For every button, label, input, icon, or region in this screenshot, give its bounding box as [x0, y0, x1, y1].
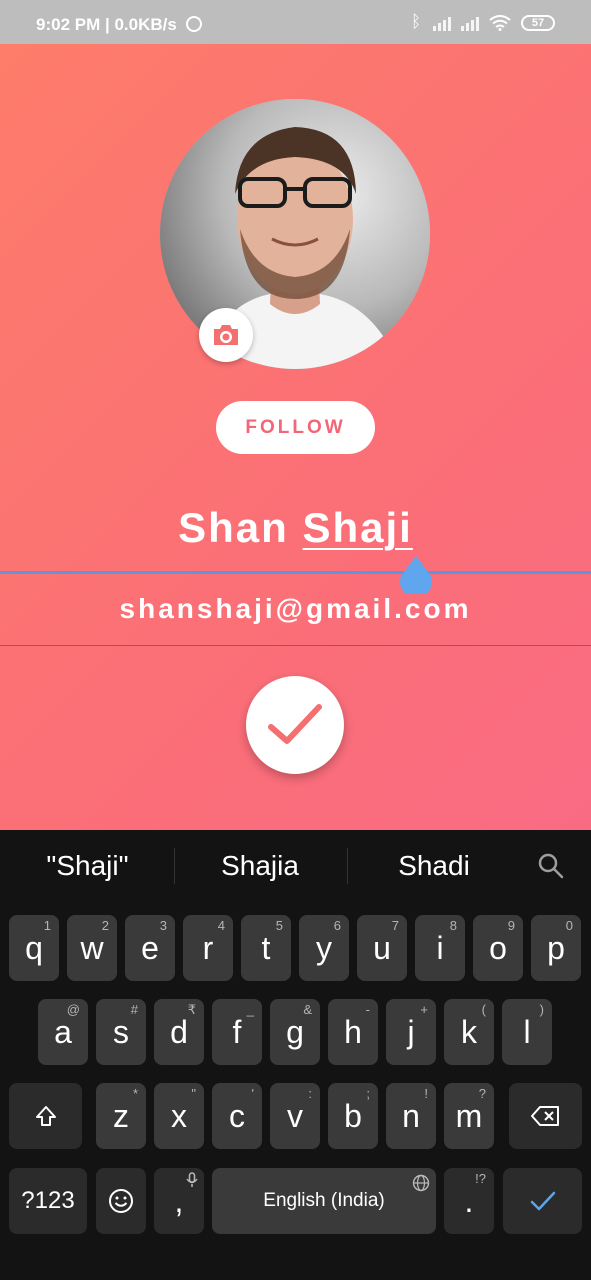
- key-u[interactable]: u7: [357, 915, 407, 981]
- follow-button[interactable]: FOLLOW: [216, 401, 375, 454]
- emoji-icon: [109, 1189, 133, 1213]
- globe-icon: [412, 1174, 430, 1192]
- key-b[interactable]: b;: [328, 1083, 378, 1149]
- suggestion-divider: [347, 848, 348, 884]
- soft-keyboard: "Shaji" Shajia Shadi q1 w2 e3 r4 t5 y6 u…: [0, 830, 591, 1280]
- done-check-icon: [530, 1191, 555, 1211]
- comma-key[interactable]: ,: [154, 1168, 204, 1234]
- key-f[interactable]: f _: [212, 999, 262, 1065]
- key-k[interactable]: k(: [444, 999, 494, 1065]
- search-icon[interactable]: [537, 852, 565, 880]
- key-t[interactable]: t5: [241, 915, 291, 981]
- suggestion-3[interactable]: Shadi: [360, 850, 508, 882]
- key-e[interactable]: e3: [125, 915, 175, 981]
- email-field[interactable]: shanshaji@gmail.com: [0, 593, 591, 625]
- suggestion-divider: [174, 848, 175, 884]
- bluetooth-icon: [411, 12, 423, 32]
- key-h[interactable]: h-: [328, 999, 378, 1065]
- key-x[interactable]: x ": [154, 1083, 204, 1149]
- wifi-icon: [489, 15, 511, 31]
- cursor-handle-icon[interactable]: [399, 556, 433, 594]
- key-v[interactable]: v:: [270, 1083, 320, 1149]
- key-m[interactable]: m?: [444, 1083, 494, 1149]
- symbols-key[interactable]: ?123: [9, 1168, 87, 1234]
- key-s[interactable]: s #: [96, 999, 146, 1065]
- name-last-composing: Shaji: [302, 504, 413, 551]
- key-o[interactable]: o9: [473, 915, 523, 981]
- key-c[interactable]: c ': [212, 1083, 262, 1149]
- status-time: 9:02 PM | 0.0KB/s: [36, 15, 177, 34]
- alarm-icon: [186, 16, 202, 32]
- name-field[interactable]: Shan Shaji: [0, 504, 591, 552]
- key-d[interactable]: d ₹: [154, 999, 204, 1065]
- checkmark-icon: [268, 704, 322, 744]
- suggestion-bar: "Shaji" Shajia Shadi: [0, 830, 591, 902]
- email-field-underline: [0, 645, 591, 646]
- key-j[interactable]: j +: [386, 999, 436, 1065]
- battery-icon: 57: [521, 15, 555, 31]
- shift-key[interactable]: [9, 1083, 82, 1149]
- backspace-icon: [530, 1106, 559, 1126]
- key-z[interactable]: z *: [96, 1083, 146, 1149]
- camera-icon: [214, 325, 238, 345]
- key-q[interactable]: q1: [9, 915, 59, 981]
- status-icons: 57: [411, 12, 555, 32]
- done-key[interactable]: [503, 1168, 582, 1234]
- signal-icon-2: [461, 15, 479, 31]
- key-i[interactable]: i8: [415, 915, 465, 981]
- backspace-key[interactable]: [509, 1083, 582, 1149]
- profile-screen: FOLLOW Shan Shaji shanshaji@gmail.com: [0, 44, 591, 830]
- shift-arrow-icon: [35, 1106, 56, 1126]
- confirm-button[interactable]: [246, 676, 344, 774]
- emoji-key[interactable]: [96, 1168, 146, 1234]
- change-photo-button[interactable]: [199, 308, 253, 362]
- suggestion-2[interactable]: Shajia: [185, 850, 335, 882]
- key-y[interactable]: y6: [299, 915, 349, 981]
- signal-icon: [433, 15, 451, 31]
- suggestion-1[interactable]: "Shaji": [10, 850, 165, 882]
- key-p[interactable]: p0: [531, 915, 581, 981]
- key-r[interactable]: r4: [183, 915, 233, 981]
- status-bar: 9:02 PM | 0.0KB/s 57: [0, 0, 591, 44]
- name-field-underline: [0, 571, 591, 574]
- key-g[interactable]: g &: [270, 999, 320, 1065]
- microphone-icon: [186, 1172, 198, 1187]
- key-w[interactable]: w2: [67, 915, 117, 981]
- key-a[interactable]: a @: [38, 999, 88, 1065]
- key-l[interactable]: l): [502, 999, 552, 1065]
- name-first: Shan: [178, 504, 289, 551]
- space-key[interactable]: English (India): [212, 1168, 436, 1234]
- period-key[interactable]: . !?: [444, 1168, 494, 1234]
- key-n[interactable]: n!: [386, 1083, 436, 1149]
